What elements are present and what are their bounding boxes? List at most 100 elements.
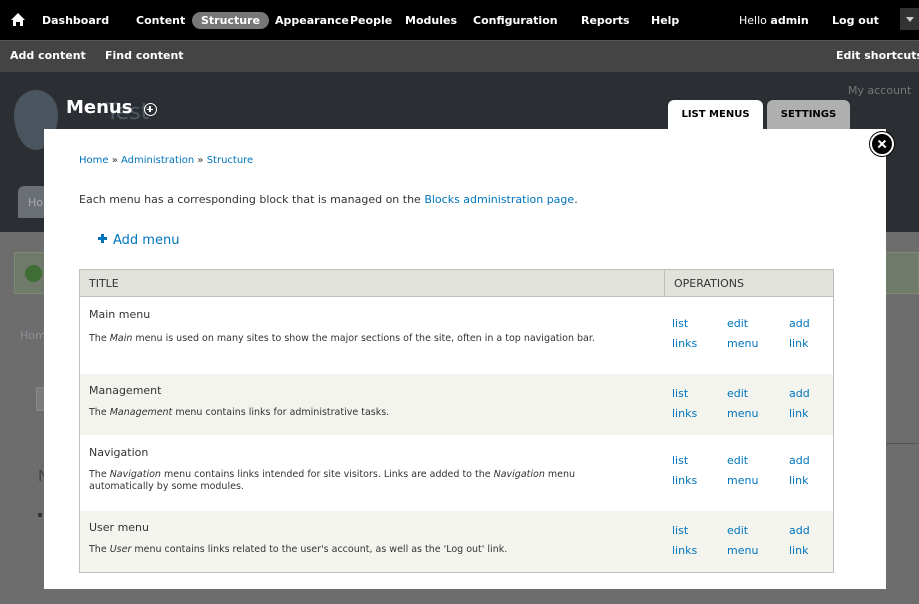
- op-line: list: [672, 454, 689, 467]
- menu-title: Main menu: [89, 308, 151, 321]
- edit-menu-link[interactable]: edit menu: [727, 314, 758, 354]
- desc-text: The: [89, 544, 110, 555]
- list-links-link[interactable]: list links: [672, 314, 697, 354]
- desc-text: The: [89, 333, 110, 344]
- menus-table: TITLE OPERATIONS Main menu The Main menu…: [79, 269, 834, 573]
- toolbar-item-reports[interactable]: Reports: [581, 14, 630, 27]
- background-bullet: [38, 513, 42, 517]
- toolbar-item-people[interactable]: People: [350, 14, 392, 27]
- menu-description: The User menu contains links related to …: [89, 544, 639, 556]
- op-line: edit: [727, 317, 749, 330]
- plus-icon: [98, 234, 107, 243]
- op-line: add: [789, 524, 810, 537]
- desc-emphasis: User: [109, 544, 132, 555]
- desc-emphasis: Management: [109, 407, 173, 418]
- op-line: link: [789, 337, 809, 350]
- shortcuts-bar: Add content Find content Edit shortcuts: [0, 40, 919, 72]
- user-greeting: Hello admin: [739, 14, 809, 27]
- page-description: Each menu has a corresponding block that…: [79, 193, 578, 206]
- table-row-navigation: Navigation The Navigation menu contains …: [80, 435, 833, 511]
- op-line: add: [789, 454, 810, 467]
- toolbar-item-dashboard[interactable]: Dashboard: [42, 14, 109, 27]
- breadcrumb-administration[interactable]: Administration: [121, 155, 194, 166]
- desc-text: menu is used on many sites to show the m…: [132, 333, 595, 344]
- op-line: edit: [727, 524, 749, 537]
- header-divider: [664, 270, 665, 297]
- op-line: edit: [727, 454, 749, 467]
- toolbar-item-modules[interactable]: Modules: [405, 14, 457, 27]
- table-row-user-menu: User menu The User menu contains links r…: [80, 511, 833, 572]
- menu-description: The Navigation menu contains links inten…: [89, 469, 639, 493]
- chevron-down-icon: [906, 17, 914, 22]
- add-link-link[interactable]: add link: [789, 314, 810, 354]
- toolbar-item-configuration[interactable]: Configuration: [473, 14, 558, 27]
- op-line: list: [672, 387, 689, 400]
- toolbar-item-appearance[interactable]: Appearance: [275, 14, 349, 27]
- desc-text: The: [89, 469, 110, 480]
- shortcut-add-content[interactable]: Add content: [10, 49, 86, 62]
- description-text: Each menu has a corresponding block that…: [79, 193, 425, 206]
- breadcrumb-separator: »: [194, 155, 207, 166]
- close-overlay-icon[interactable]: [870, 132, 894, 156]
- add-menu-label: Add menu: [113, 233, 180, 248]
- add-menu-button[interactable]: Add menu: [98, 233, 179, 248]
- menu-description: The Management menu contains links for a…: [89, 407, 639, 419]
- op-line: link: [789, 544, 809, 557]
- edit-menu-link[interactable]: edit menu: [727, 451, 758, 491]
- admin-toolbar: Dashboard Content Structure Appearance P…: [0, 0, 919, 72]
- add-link-link[interactable]: add link: [789, 451, 810, 491]
- add-link-link[interactable]: add link: [789, 521, 810, 561]
- tab-list-menus[interactable]: LIST MENUS: [668, 100, 763, 130]
- op-line: links: [672, 337, 698, 350]
- tab-settings[interactable]: SETTINGS: [767, 100, 850, 130]
- table-row-management: Management The Management menu contains …: [80, 374, 833, 435]
- op-line: add: [789, 387, 810, 400]
- toolbar-item-structure[interactable]: Structure: [192, 12, 269, 29]
- op-line: links: [672, 474, 698, 487]
- toolbar-item-help[interactable]: Help: [651, 14, 679, 27]
- blocks-admin-link[interactable]: Blocks administration page: [424, 193, 574, 206]
- background-breadcrumb: Hom: [20, 329, 46, 342]
- description-suffix: .: [574, 193, 578, 206]
- breadcrumb-structure[interactable]: Structure: [207, 155, 254, 166]
- username-link[interactable]: admin: [770, 14, 808, 27]
- edit-menu-link[interactable]: edit menu: [727, 384, 758, 424]
- toolbar-toggle-button[interactable]: [900, 8, 919, 30]
- op-line: list: [672, 524, 689, 537]
- home-icon[interactable]: [10, 12, 26, 28]
- list-links-link[interactable]: list links: [672, 521, 697, 561]
- list-links-link[interactable]: list links: [672, 384, 697, 424]
- background-home-tab-label: Ho: [28, 196, 44, 209]
- add-shortcut-icon[interactable]: [144, 103, 157, 116]
- op-line: menu: [727, 544, 759, 557]
- logout-link[interactable]: Log out: [832, 14, 879, 27]
- desc-text: menu contains links for administrative t…: [172, 407, 390, 418]
- op-line: link: [789, 474, 809, 487]
- menu-title: User menu: [89, 521, 149, 534]
- op-line: list: [672, 317, 689, 330]
- my-account-link[interactable]: My account: [848, 84, 911, 97]
- breadcrumb: Home » Administration » Structure: [79, 155, 253, 166]
- op-line: link: [789, 407, 809, 420]
- edit-shortcuts-link[interactable]: Edit shortcuts: [836, 49, 919, 62]
- add-link-link[interactable]: add link: [789, 384, 810, 424]
- op-line: links: [672, 544, 698, 557]
- shortcut-find-content[interactable]: Find content: [105, 49, 184, 62]
- page-title: Menus: [66, 97, 133, 118]
- op-line: menu: [727, 474, 759, 487]
- toolbar-menu: Dashboard Content Structure Appearance P…: [0, 0, 919, 40]
- breadcrumb-separator: »: [108, 155, 122, 166]
- desc-emphasis: Main: [109, 333, 133, 344]
- desc-emphasis: Navigation: [109, 469, 161, 480]
- greeting-prefix: Hello: [739, 14, 771, 27]
- toolbar-item-content[interactable]: Content: [136, 14, 185, 27]
- edit-menu-link[interactable]: edit menu: [727, 521, 758, 561]
- op-line: menu: [727, 407, 759, 420]
- column-header-operations: OPERATIONS: [674, 277, 744, 290]
- table-row-main-menu: Main menu The Main menu is used on many …: [80, 297, 833, 374]
- check-icon: [25, 265, 42, 282]
- desc-text: menu contains links related to the user'…: [131, 544, 508, 555]
- list-links-link[interactable]: list links: [672, 451, 697, 491]
- breadcrumb-home[interactable]: Home: [79, 155, 109, 166]
- op-line: add: [789, 317, 810, 330]
